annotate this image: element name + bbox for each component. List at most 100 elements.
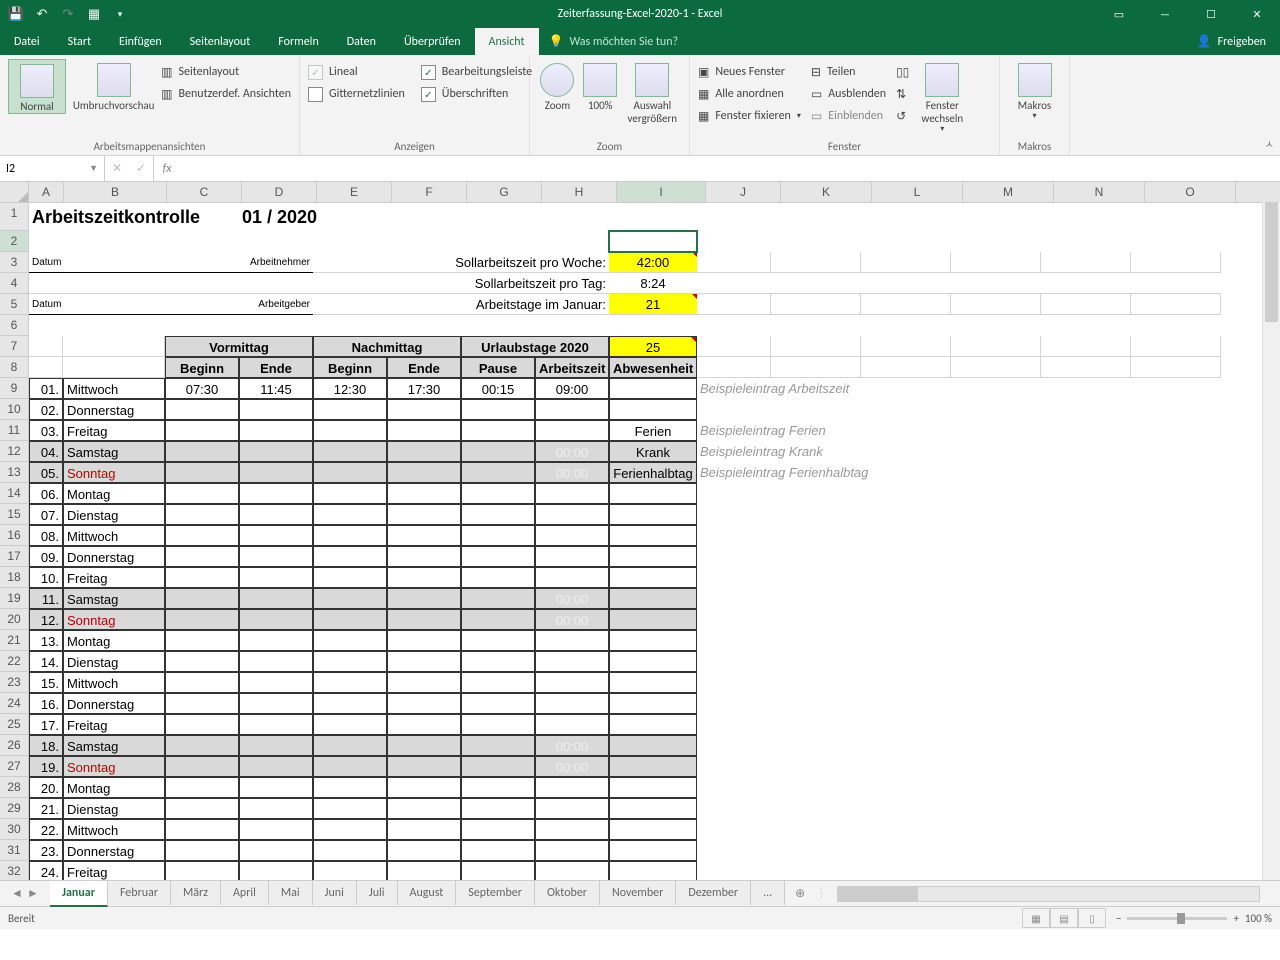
- row-header-13[interactable]: 13: [0, 462, 29, 483]
- cell[interactable]: [239, 441, 313, 462]
- cell[interactable]: [535, 525, 609, 546]
- cell[interactable]: 09.: [29, 546, 63, 567]
- new-sheet-button[interactable]: ⊕: [785, 886, 815, 901]
- cell[interactable]: 17.: [29, 714, 63, 735]
- sheet-nav-next-icon[interactable]: ►: [26, 886, 40, 901]
- cell[interactable]: [313, 546, 387, 567]
- cell[interactable]: [313, 756, 387, 777]
- cell[interactable]: [609, 203, 697, 231]
- cell[interactable]: [165, 861, 239, 880]
- sheet-tab-oktober[interactable]: Oktober: [535, 881, 600, 905]
- cell[interactable]: 01.: [29, 378, 63, 399]
- cell[interactable]: Datum: [29, 294, 165, 315]
- cell[interactable]: [313, 420, 387, 441]
- cell[interactable]: Sollarbeitszeit pro Tag:: [387, 273, 609, 294]
- col-header-D[interactable]: D: [242, 182, 317, 202]
- cell[interactable]: Mittwoch: [63, 819, 165, 840]
- cell[interactable]: 00:00: [535, 462, 609, 483]
- cell[interactable]: Ferienhalbtag: [609, 462, 697, 483]
- col-header-B[interactable]: B: [64, 182, 167, 202]
- col-header-A[interactable]: A: [29, 182, 64, 202]
- cell[interactable]: [387, 735, 461, 756]
- cell[interactable]: 01 / 2020: [239, 203, 387, 231]
- cell[interactable]: [697, 735, 997, 756]
- cell[interactable]: [387, 840, 461, 861]
- sheet-nav-prev-icon[interactable]: ◄: [10, 886, 24, 901]
- cell[interactable]: [1041, 273, 1131, 294]
- zoom-level[interactable]: 100 %: [1245, 912, 1272, 925]
- cell[interactable]: [461, 630, 535, 651]
- cell[interactable]: [1131, 357, 1221, 378]
- col-header-K[interactable]: K: [781, 182, 872, 202]
- close-icon[interactable]: ✕: [1234, 0, 1280, 28]
- cell[interactable]: [535, 630, 609, 651]
- cell[interactable]: [609, 630, 697, 651]
- cell[interactable]: [313, 609, 387, 630]
- cell[interactable]: [313, 504, 387, 525]
- cell[interactable]: Montag: [63, 630, 165, 651]
- cell[interactable]: 15.: [29, 672, 63, 693]
- cell[interactable]: [609, 567, 697, 588]
- cell[interactable]: [461, 756, 535, 777]
- menu-tab-start[interactable]: Start: [54, 28, 105, 55]
- tell-me-input[interactable]: 💡Was möchten Sie tun?: [539, 28, 689, 55]
- cell[interactable]: [951, 231, 1041, 252]
- cell[interactable]: Dienstag: [63, 504, 165, 525]
- cell[interactable]: [697, 546, 997, 567]
- cell[interactable]: [951, 252, 1041, 273]
- cell[interactable]: 12:30: [313, 378, 387, 399]
- cell[interactable]: [535, 567, 609, 588]
- cell[interactable]: Mittwoch: [63, 672, 165, 693]
- cell[interactable]: [239, 315, 313, 336]
- fx-icon[interactable]: fx: [154, 156, 180, 181]
- sheet-tab-juli[interactable]: Juli: [357, 881, 398, 905]
- cell[interactable]: [165, 525, 239, 546]
- row-header-14[interactable]: 14: [0, 483, 29, 504]
- cell[interactable]: [1041, 252, 1131, 273]
- menu-tab-datei[interactable]: Datei: [0, 28, 54, 55]
- col-header-G[interactable]: G: [467, 182, 542, 202]
- cell[interactable]: [609, 861, 697, 880]
- row-header-23[interactable]: 23: [0, 672, 29, 693]
- cell[interactable]: [387, 819, 461, 840]
- row-header-6[interactable]: 6: [0, 315, 29, 336]
- cell[interactable]: 23.: [29, 840, 63, 861]
- cell[interactable]: [165, 462, 239, 483]
- cell[interactable]: [29, 231, 63, 252]
- col-header-E[interactable]: E: [317, 182, 392, 202]
- cell[interactable]: [461, 420, 535, 441]
- cell[interactable]: [387, 420, 461, 441]
- cell[interactable]: [951, 315, 1041, 336]
- cell[interactable]: [1041, 231, 1131, 252]
- col-header-L[interactable]: L: [872, 182, 963, 202]
- cell[interactable]: Sonntag: [63, 756, 165, 777]
- cell[interactable]: [29, 315, 63, 336]
- cell[interactable]: [239, 714, 313, 735]
- cell[interactable]: [861, 273, 951, 294]
- cell[interactable]: [165, 399, 239, 420]
- row-header-15[interactable]: 15: [0, 504, 29, 525]
- cell[interactable]: [313, 588, 387, 609]
- name-box[interactable]: I2▼: [0, 156, 105, 181]
- cell[interactable]: [63, 357, 165, 378]
- cell[interactable]: [609, 483, 697, 504]
- cell[interactable]: [697, 819, 997, 840]
- cell[interactable]: [165, 273, 239, 294]
- cell[interactable]: Samstag: [63, 441, 165, 462]
- cell[interactable]: 00:00: [535, 441, 609, 462]
- row-header-21[interactable]: 21: [0, 630, 29, 651]
- cell[interactable]: 12.: [29, 609, 63, 630]
- cell[interactable]: Montag: [63, 483, 165, 504]
- cell[interactable]: [313, 294, 387, 315]
- maximize-icon[interactable]: ☐: [1188, 0, 1234, 28]
- cell[interactable]: [313, 462, 387, 483]
- cell[interactable]: [861, 231, 951, 252]
- cell[interactable]: [861, 203, 951, 231]
- cell[interactable]: 09:00: [535, 378, 609, 399]
- cell[interactable]: [535, 840, 609, 861]
- sheet-tab-november[interactable]: November: [600, 881, 676, 905]
- cell[interactable]: [461, 672, 535, 693]
- cell[interactable]: 24.: [29, 861, 63, 880]
- cell[interactable]: [29, 273, 63, 294]
- cell[interactable]: [535, 203, 609, 231]
